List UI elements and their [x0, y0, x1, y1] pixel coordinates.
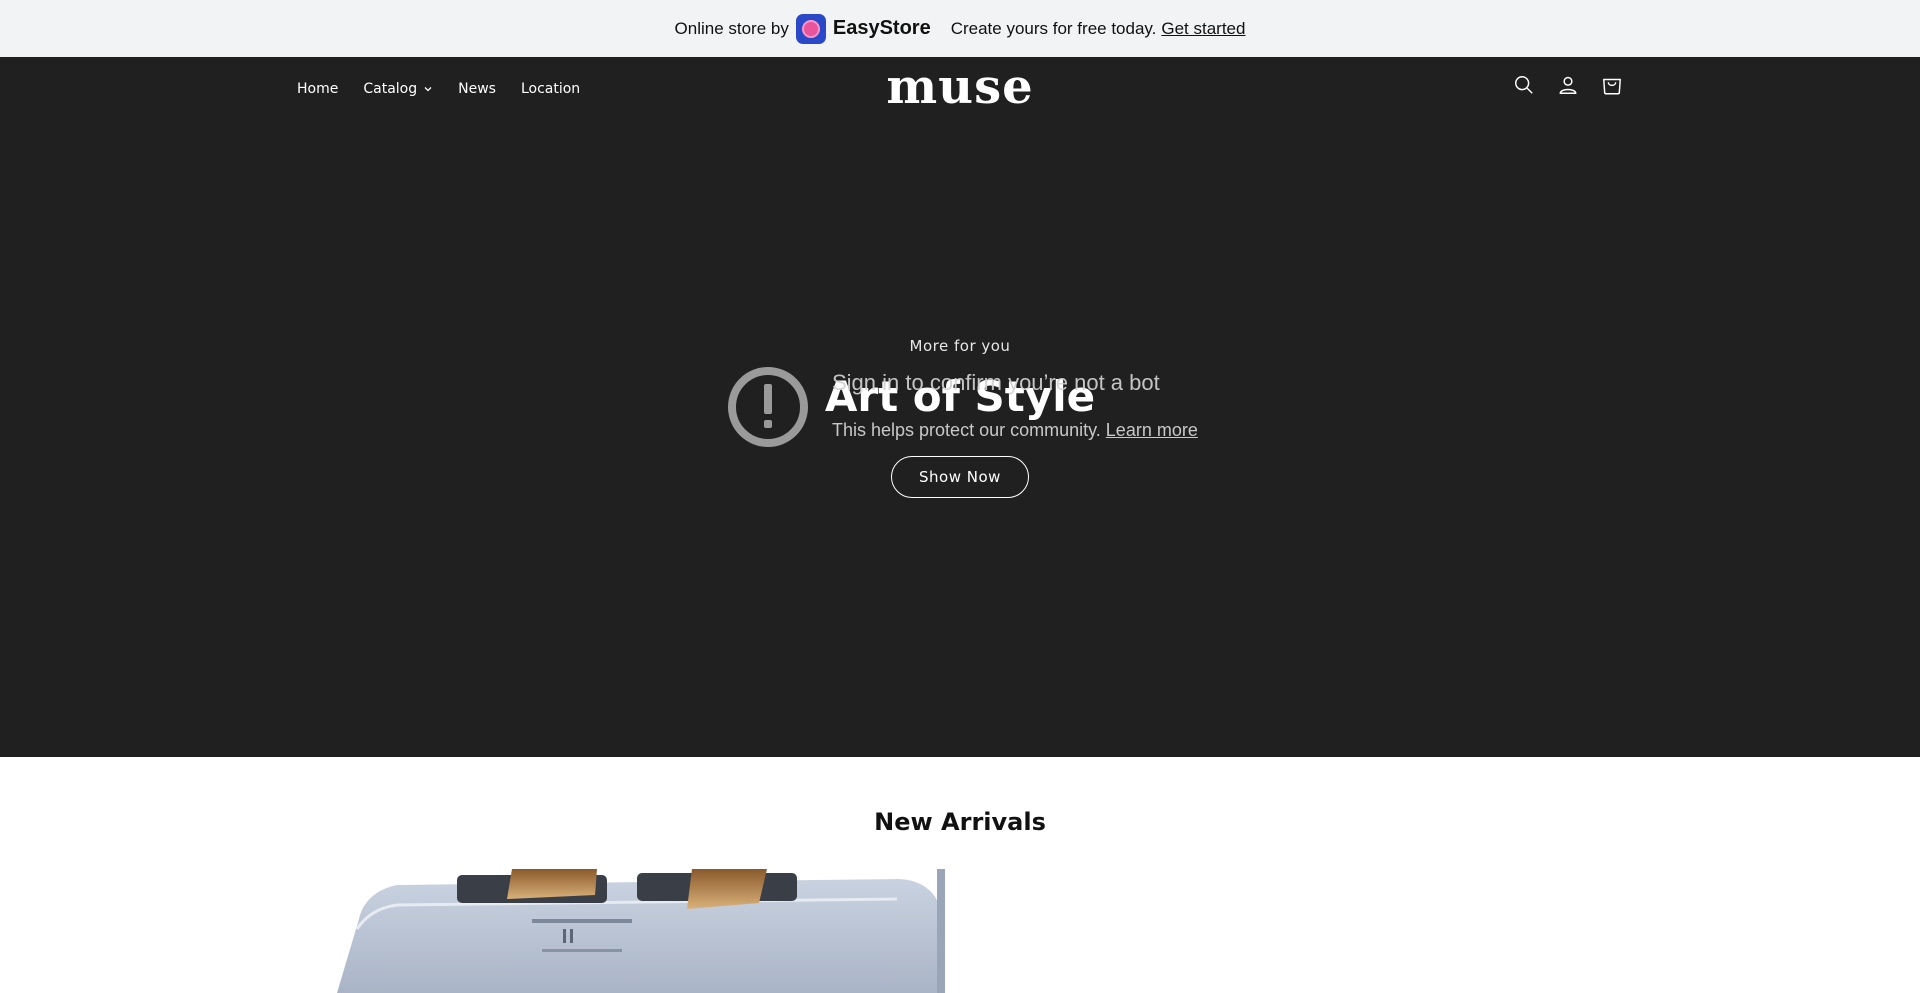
hero-subtitle: More for you [909, 337, 1011, 355]
nav-item-catalog[interactable]: Catalog [363, 81, 433, 97]
nav-item-label: News [458, 81, 496, 97]
search-icon[interactable] [1512, 73, 1536, 97]
show-now-button[interactable]: Show Now [891, 456, 1029, 498]
nav-item-label: Location [520, 81, 581, 97]
announcement-promo: Create yours for free today. [950, 18, 1157, 38]
header-actions [1512, 73, 1624, 97]
nav-item-location[interactable]: Location [521, 81, 580, 97]
easystore-logo-icon [795, 13, 826, 44]
easystore-brand: EasyStore [832, 17, 931, 39]
nav-item-home[interactable]: Home [297, 81, 338, 97]
nav-item-label: Home [297, 81, 339, 97]
bot-check-text: This helps protect our community. Learn … [832, 420, 1198, 441]
exclamation-circle-icon [728, 367, 808, 447]
nav-item-news[interactable]: News [458, 81, 496, 97]
bot-check-title: Sign in to confirm you’re not a bot [832, 370, 1160, 395]
site-header: Home Catalog News Location muse [0, 57, 1920, 127]
announcement-prefix: Online store by [674, 18, 789, 38]
get-started-link[interactable]: Get started [1161, 19, 1245, 39]
announcement-bar: Online store by EasyStore Create yours f… [0, 0, 1920, 57]
new-arrivals-heading: New Arrivals [874, 808, 1046, 836]
store-logo[interactable]: muse [886, 59, 1033, 115]
nav-item-label: Catalog [363, 81, 418, 97]
learn-more-link[interactable]: Learn more [1106, 420, 1198, 440]
hero-banner: More for you Art of Style Show Now [0, 127, 1920, 757]
bot-check-message: This helps protect our community. [832, 420, 1101, 440]
account-icon[interactable] [1556, 73, 1580, 97]
cart-icon[interactable] [1600, 73, 1624, 97]
main-nav: Home Catalog News Location [297, 57, 605, 121]
toaster-image [337, 869, 945, 993]
chevron-down-icon [424, 87, 432, 92]
product-image-toaster[interactable] [297, 869, 945, 993]
